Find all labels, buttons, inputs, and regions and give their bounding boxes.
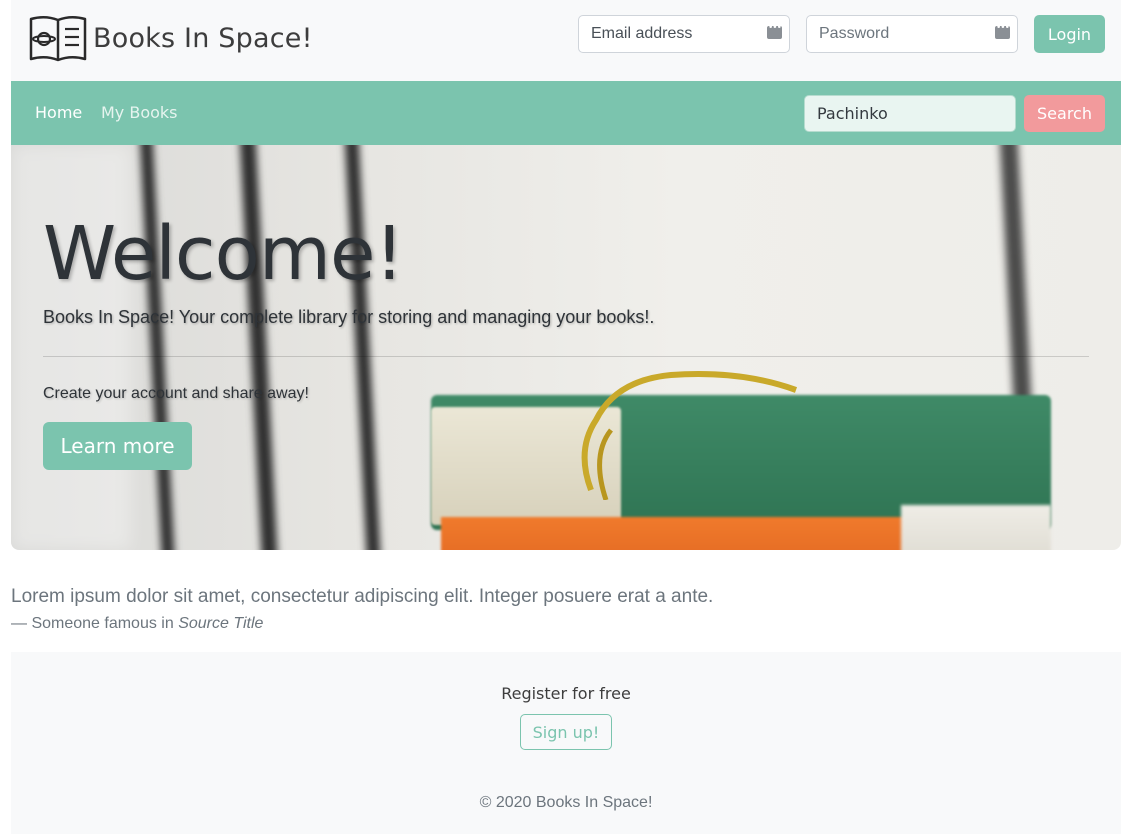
learn-more-button[interactable]: Learn more: [43, 422, 192, 470]
password-field[interactable]: [806, 15, 1018, 53]
login-button[interactable]: Login: [1034, 15, 1105, 53]
hero-lead: Books In Space! Your complete library fo…: [43, 307, 655, 327]
password-manager-icon[interactable]: [767, 23, 782, 39]
quote-text: Lorem ipsum dolor sit amet, consectetur …: [11, 586, 714, 607]
nav-home[interactable]: Home: [35, 103, 82, 122]
brand-name: Books In Space!: [93, 22, 313, 54]
book-pages: [901, 505, 1051, 550]
blockquote: Lorem ipsum dolor sit amet, consectetur …: [11, 586, 713, 633]
bg-blur-shape: [138, 145, 177, 550]
copyright-text: © 2020 Books In Space!: [479, 794, 653, 811]
password-input[interactable]: [807, 16, 1017, 52]
signup-button[interactable]: Sign up!: [520, 714, 612, 750]
bookmark-ribbon: [581, 371, 798, 500]
email-input[interactable]: [579, 16, 789, 52]
search-button[interactable]: Search: [1024, 95, 1105, 132]
page-footer: Register for free Sign up! © 2020 Books …: [11, 652, 1121, 834]
quote-source-title: Source Title: [178, 615, 264, 632]
hero-divider: [43, 356, 1089, 357]
bg-blur-shape: [343, 145, 383, 550]
hero-title: Welcome!: [43, 211, 404, 297]
book-orange: [441, 517, 921, 550]
quote-footer: — Someone famous in Source Title: [11, 615, 713, 633]
search-field[interactable]: [804, 95, 1016, 132]
email-field[interactable]: [578, 15, 790, 53]
hero-jumbotron: Welcome! Books In Space! Your complete l…: [11, 145, 1121, 550]
bg-blur-shape: [11, 145, 131, 550]
hero-subtext: Create your account and share away!: [43, 385, 309, 402]
top-header: Books In Space! Login: [11, 0, 1121, 81]
nav-my-books[interactable]: My Books: [101, 103, 178, 122]
bg-blur-shape: [238, 145, 280, 550]
open-book-planet-icon: [29, 16, 87, 62]
quote-attribution: — Someone famous in: [11, 615, 179, 632]
main-navbar: Home My Books Search: [11, 81, 1121, 145]
page-wrapper: Books In Space! Login Home My Books Sear…: [11, 0, 1121, 550]
search-input[interactable]: [805, 96, 1015, 131]
register-heading: Register for free: [501, 684, 631, 703]
brand[interactable]: Books In Space!: [27, 13, 313, 63]
password-manager-icon[interactable]: [995, 23, 1010, 39]
